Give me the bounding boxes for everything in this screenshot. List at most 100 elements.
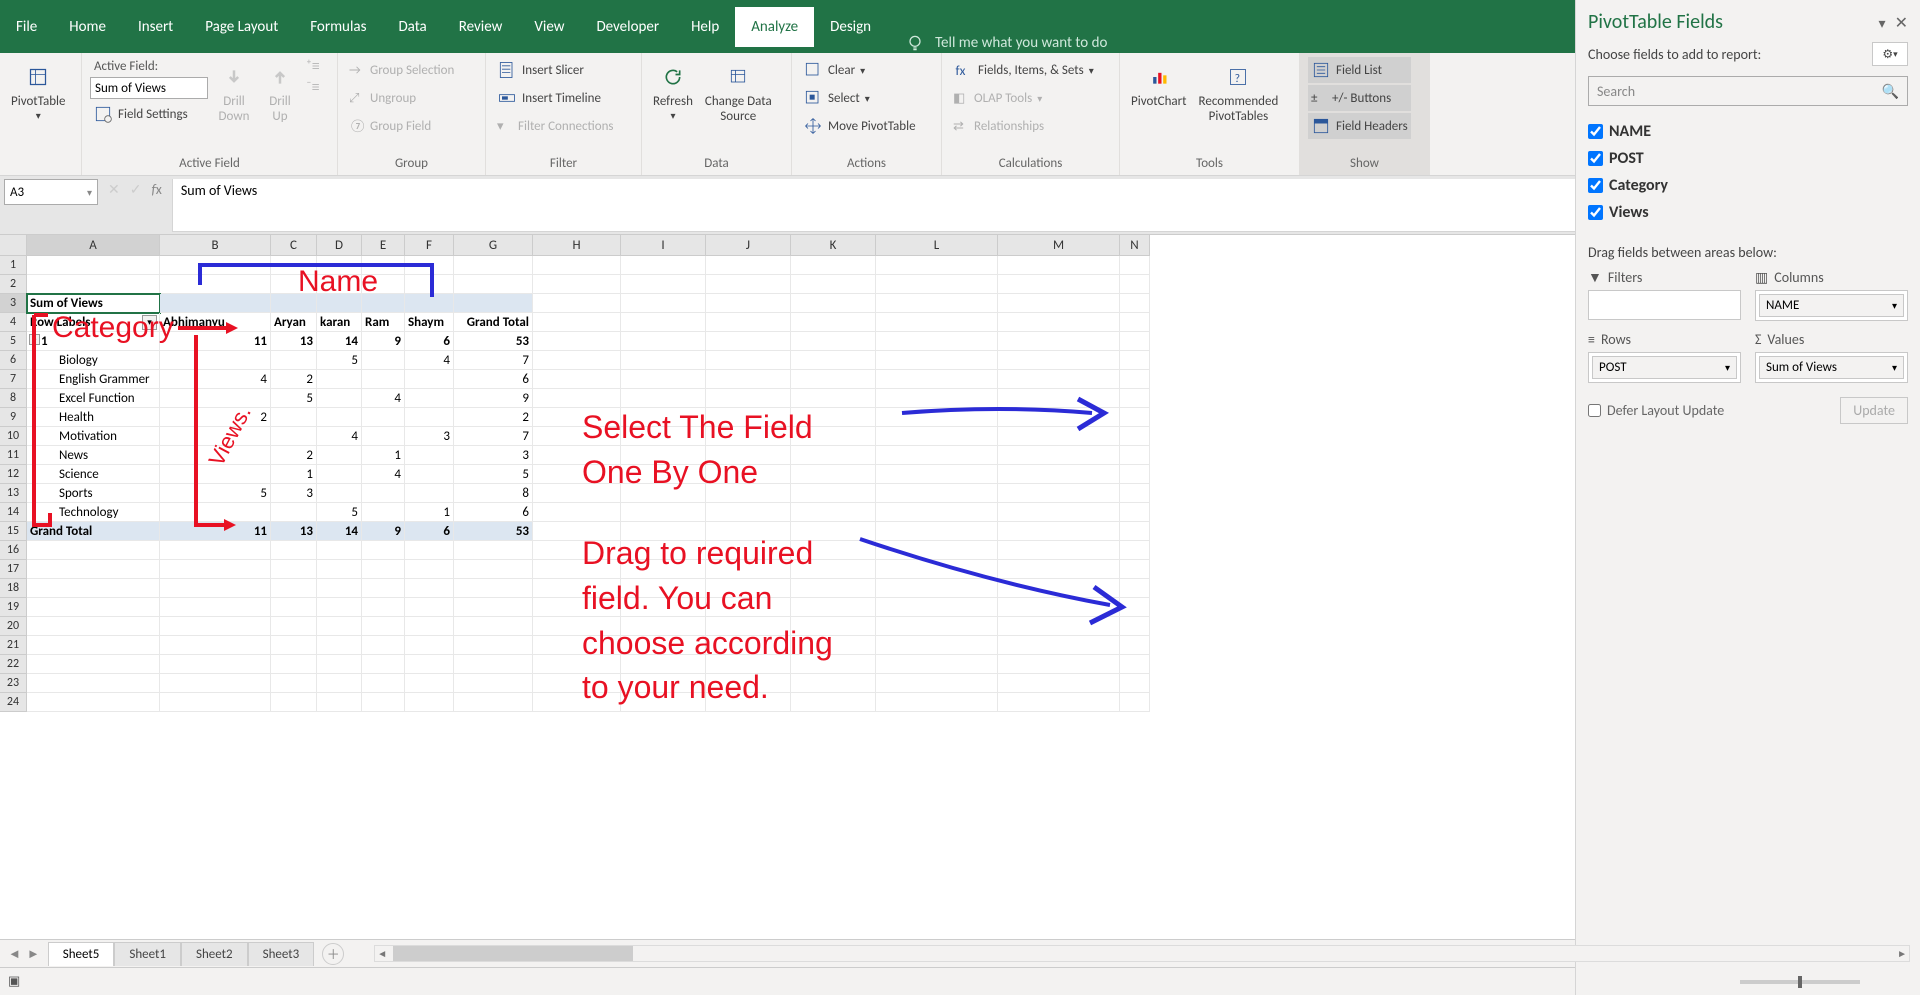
row-header-9[interactable]: 9	[0, 408, 27, 427]
cell-N2[interactable]	[1120, 275, 1150, 294]
cell-D19[interactable]	[317, 598, 362, 617]
cell-H21[interactable]	[533, 636, 621, 655]
cell-N8[interactable]	[1120, 389, 1150, 408]
cell-A4[interactable]: Row Labels	[27, 313, 160, 332]
cell-E15[interactable]: 9	[362, 522, 405, 541]
cell-A21[interactable]	[27, 636, 160, 655]
sheet-tab-sheet5[interactable]: Sheet5	[48, 942, 115, 966]
cell-G18[interactable]	[454, 579, 533, 598]
column-header-B[interactable]: B	[160, 235, 271, 256]
cell-B17[interactable]	[160, 560, 271, 579]
cell-G13[interactable]: 8	[454, 484, 533, 503]
active-field-input[interactable]	[90, 77, 208, 99]
cell-D7[interactable]	[317, 370, 362, 389]
horizontal-scroll-thumb[interactable]	[393, 946, 633, 961]
cell-F7[interactable]	[405, 370, 454, 389]
cell-G11[interactable]: 3	[454, 446, 533, 465]
cell-M5[interactable]	[998, 332, 1120, 351]
cell-M9[interactable]	[998, 408, 1120, 427]
cell-N14[interactable]	[1120, 503, 1150, 522]
cell-F2[interactable]	[405, 275, 454, 294]
cell-J13[interactable]	[706, 484, 791, 503]
cell-A3[interactable]: Sum of Views	[27, 294, 160, 313]
cell-M13[interactable]	[998, 484, 1120, 503]
cell-B21[interactable]	[160, 636, 271, 655]
cell-L8[interactable]	[876, 389, 998, 408]
tab-view[interactable]: View	[518, 7, 580, 47]
cell-I6[interactable]	[621, 351, 706, 370]
cell-H5[interactable]	[533, 332, 621, 351]
cell-C12[interactable]: 1	[271, 465, 317, 484]
cell-H24[interactable]	[533, 693, 621, 712]
cell-N1[interactable]	[1120, 256, 1150, 275]
row-header-5[interactable]: 5	[0, 332, 27, 351]
cell-E13[interactable]	[362, 484, 405, 503]
cell-K10[interactable]	[791, 427, 876, 446]
cell-B4[interactable]: Abhimanyu	[160, 313, 271, 332]
field-item-post[interactable]: POST	[1588, 145, 1908, 172]
cell-B13[interactable]: 5	[160, 484, 271, 503]
cell-C6[interactable]	[271, 351, 317, 370]
pane-close-icon[interactable]: ✕	[1895, 14, 1908, 33]
cell-A22[interactable]	[27, 655, 160, 674]
cell-A5[interactable]: 1	[27, 332, 160, 351]
cell-I10[interactable]	[621, 427, 706, 446]
column-header-J[interactable]: J	[706, 235, 791, 256]
cell-F13[interactable]	[405, 484, 454, 503]
tab-formulas[interactable]: Formulas	[294, 7, 382, 47]
horizontal-scrollbar[interactable]: ◄ ►	[374, 945, 1910, 962]
tell-me-box[interactable]: Tell me what you want to do	[887, 33, 1125, 53]
row-header-11[interactable]: 11	[0, 446, 27, 465]
cell-F23[interactable]	[405, 674, 454, 693]
cell-E2[interactable]	[362, 275, 405, 294]
cell-G9[interactable]: 2	[454, 408, 533, 427]
cell-G2[interactable]	[454, 275, 533, 294]
cell-N24[interactable]	[1120, 693, 1150, 712]
cell-L6[interactable]	[876, 351, 998, 370]
cell-J21[interactable]	[706, 636, 791, 655]
cell-F18[interactable]	[405, 579, 454, 598]
collapse-row-button[interactable]: −	[29, 334, 40, 345]
add-sheet-button[interactable]: ＋	[322, 943, 344, 965]
cell-C3[interactable]	[271, 294, 317, 313]
cell-L17[interactable]	[876, 560, 998, 579]
select-button[interactable]: Select ▾	[800, 85, 919, 111]
cancel-formula-icon[interactable]: ✕	[108, 181, 120, 198]
cell-F6[interactable]: 4	[405, 351, 454, 370]
column-header-M[interactable]: M	[998, 235, 1120, 256]
cell-L16[interactable]	[876, 541, 998, 560]
cell-C4[interactable]: Aryan	[271, 313, 317, 332]
cell-H14[interactable]	[533, 503, 621, 522]
cell-B7[interactable]: 4	[160, 370, 271, 389]
field-checkbox[interactable]	[1588, 151, 1603, 166]
cell-N16[interactable]	[1120, 541, 1150, 560]
cell-N18[interactable]	[1120, 579, 1150, 598]
cell-L24[interactable]	[876, 693, 998, 712]
cell-B15[interactable]: 11	[160, 522, 271, 541]
cell-M4[interactable]	[998, 313, 1120, 332]
cell-H17[interactable]	[533, 560, 621, 579]
sheet-tab-sheet3[interactable]: Sheet3	[248, 942, 315, 966]
cell-E3[interactable]	[362, 294, 405, 313]
field-settings-button[interactable]: Field Settings	[90, 101, 208, 127]
cell-B18[interactable]	[160, 579, 271, 598]
cell-J8[interactable]	[706, 389, 791, 408]
cell-M14[interactable]	[998, 503, 1120, 522]
cell-C5[interactable]: 13	[271, 332, 317, 351]
cell-N17[interactable]	[1120, 560, 1150, 579]
cell-D17[interactable]	[317, 560, 362, 579]
cell-M8[interactable]	[998, 389, 1120, 408]
rows-chip[interactable]: POST▾	[1592, 356, 1737, 379]
cell-J19[interactable]	[706, 598, 791, 617]
cell-N7[interactable]	[1120, 370, 1150, 389]
cell-B14[interactable]	[160, 503, 271, 522]
row-header-16[interactable]: 16	[0, 541, 27, 560]
values-chip[interactable]: Sum of Views▾	[1759, 356, 1904, 379]
row-header-20[interactable]: 20	[0, 617, 27, 636]
row-header-18[interactable]: 18	[0, 579, 27, 598]
cell-M10[interactable]	[998, 427, 1120, 446]
cell-C19[interactable]	[271, 598, 317, 617]
cell-G20[interactable]	[454, 617, 533, 636]
cell-H16[interactable]	[533, 541, 621, 560]
cell-L10[interactable]	[876, 427, 998, 446]
